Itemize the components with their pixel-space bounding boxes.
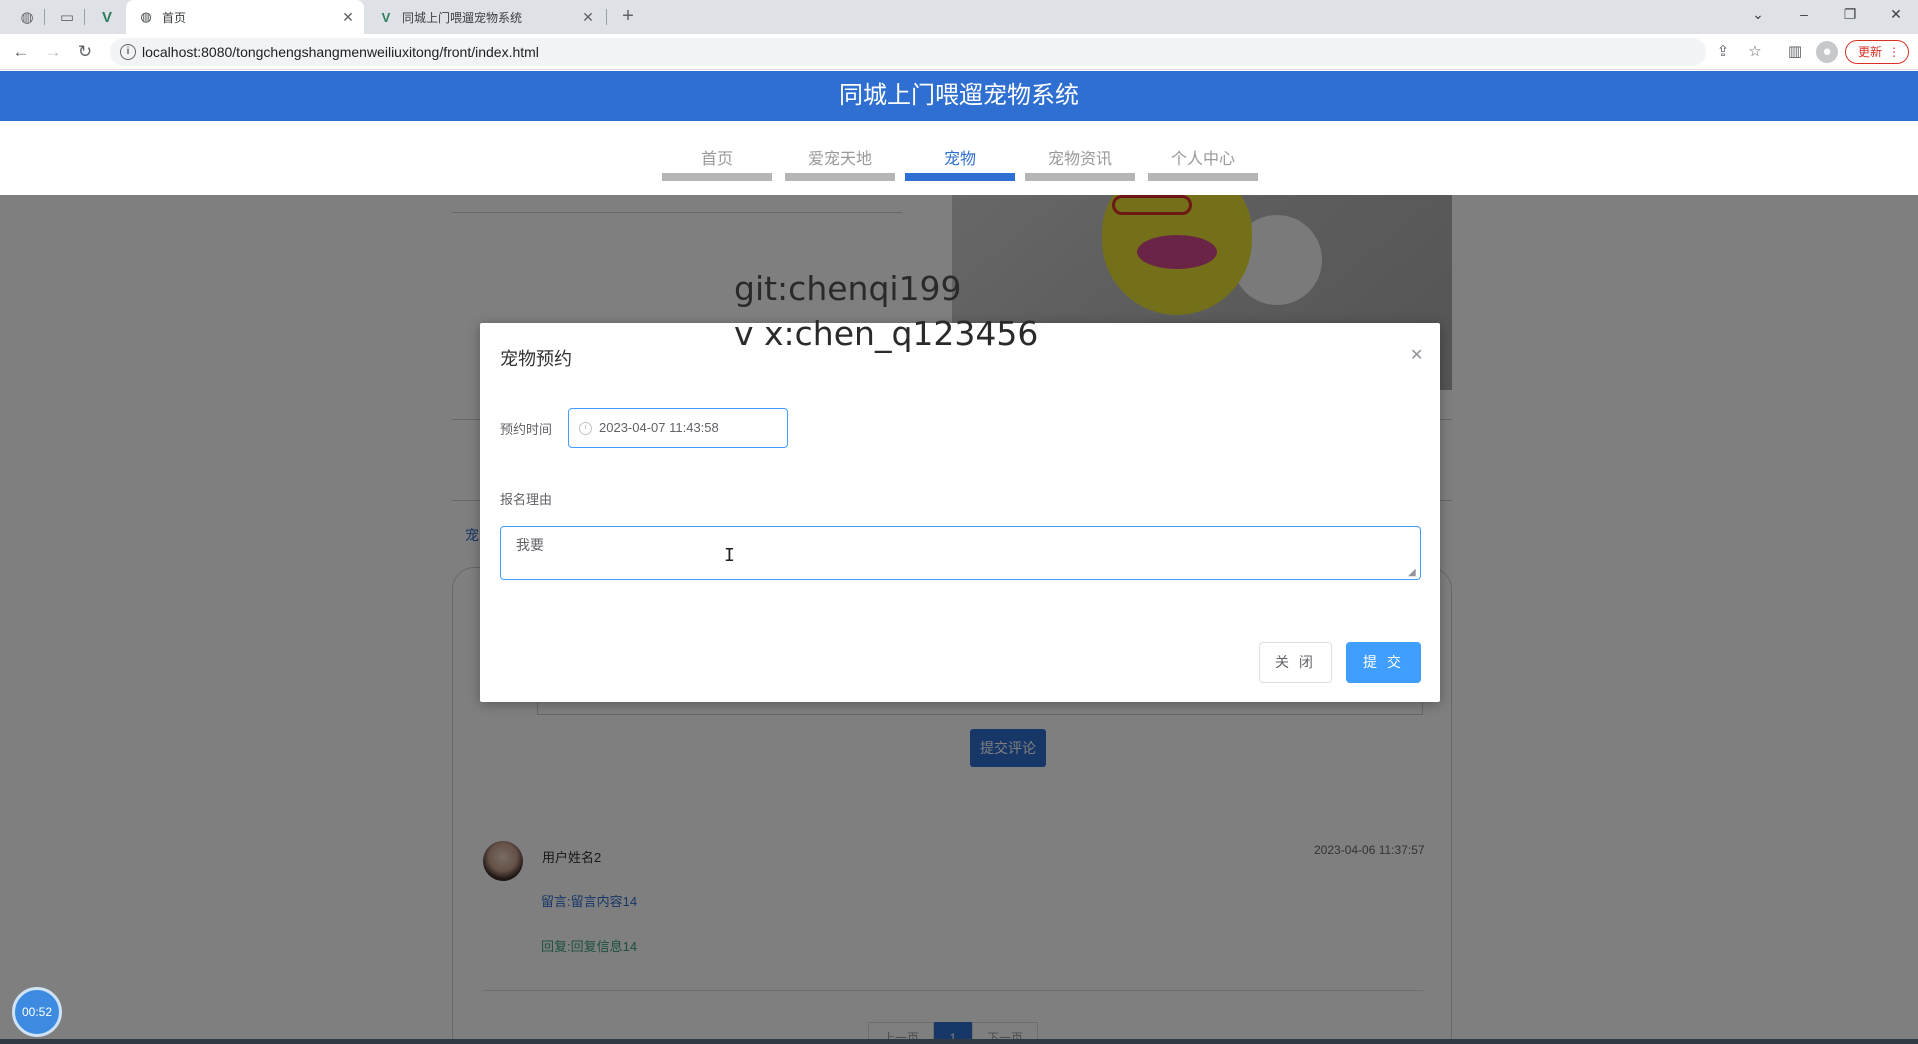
nav-underline: [1025, 173, 1135, 181]
browser-tab-bar: ◍ ▭ V ◍ 首页 ✕ V 同城上门喂遛宠物系统 ✕ + ⌄ – ❐ ✕: [0, 0, 1918, 34]
nav-label: 首页: [700, 151, 733, 168]
window-close-icon[interactable]: ✕: [1878, 0, 1914, 30]
watermark-line: v x:chen_q123456: [734, 314, 1039, 353]
close-icon[interactable]: ✕: [1410, 345, 1423, 365]
tab-separator: [44, 9, 45, 25]
site-header: 同城上门喂遛宠物系统: [0, 71, 1918, 121]
forward-arrow-icon[interactable]: →: [41, 40, 65, 64]
bookmark-star-icon[interactable]: ☆: [1744, 41, 1766, 63]
tab-search-chevron-icon[interactable]: ⌄: [1740, 0, 1776, 30]
reservation-time-input[interactable]: 2023-04-07 11:43:58: [568, 408, 788, 448]
pinned-tab-globe-icon[interactable]: ◍: [16, 7, 38, 27]
tab-title: 同城上门喂遛宠物系统: [402, 10, 523, 25]
nav-underline: [905, 173, 1015, 181]
close-tab-icon[interactable]: ✕: [338, 9, 358, 26]
nav-underline: [1148, 173, 1258, 181]
new-tab-plus-icon[interactable]: +: [616, 5, 640, 29]
reload-icon[interactable]: ↻: [73, 40, 97, 64]
tab-separator: [606, 9, 607, 25]
bottom-strip: [0, 1039, 1918, 1044]
watermark-line: git:chenqi199: [734, 269, 962, 308]
tab-home[interactable]: ◍ 首页 ✕: [126, 0, 364, 34]
reason-textarea[interactable]: 我要: [500, 526, 1421, 580]
nav-label: 宠物: [943, 151, 976, 168]
time-label: 预约时间: [500, 422, 553, 437]
nav-underline: [662, 173, 772, 181]
share-icon[interactable]: ⇪: [1712, 41, 1734, 63]
vue-icon: V: [381, 9, 391, 25]
nav-item-home[interactable]: 首页: [662, 145, 772, 181]
close-button[interactable]: 关 闭: [1259, 642, 1332, 683]
restore-icon[interactable]: ❐: [1832, 0, 1868, 30]
site-title: 同城上门喂遛宠物系统: [839, 82, 1079, 109]
tab-separator: [84, 9, 85, 25]
reservation-time-value: 2023-04-07 11:43:58: [599, 420, 719, 435]
text-cursor-icon: I: [724, 545, 735, 566]
site-info-icon[interactable]: i: [120, 44, 136, 60]
watermark-text: git:chenqi199 v x:chen_q123456: [734, 266, 1038, 356]
back-arrow-icon[interactable]: ←: [9, 40, 33, 64]
side-panel-icon[interactable]: ▥: [1784, 41, 1806, 63]
nav-label: 爱宠天地: [807, 151, 872, 168]
nav-item-pet-world[interactable]: 爱宠天地: [785, 145, 895, 181]
reservation-dialog: 宠物预约 ✕ 预约时间 2023-04-07 11:43:58 报名理由 我要 …: [480, 323, 1440, 702]
minimize-icon[interactable]: –: [1786, 0, 1822, 30]
pinned-tab-blank-icon[interactable]: ▭: [56, 7, 78, 27]
profile-avatar-icon[interactable]: ●: [1816, 41, 1838, 63]
tab-pet-system[interactable]: V 同城上门喂遛宠物系统 ✕: [366, 0, 604, 34]
update-button[interactable]: 更新 ⋮: [1845, 40, 1909, 64]
close-tab-icon[interactable]: ✕: [578, 9, 598, 26]
more-menu-icon: ⋮: [1888, 45, 1900, 59]
update-label: 更新: [1858, 45, 1883, 59]
nav-item-pet-news[interactable]: 宠物资讯: [1025, 145, 1135, 181]
url-text[interactable]: localhost:8080/tongchengshangmenweiliuxi…: [142, 44, 539, 60]
clock-icon: [579, 422, 592, 435]
submit-button[interactable]: 提 交: [1346, 642, 1421, 683]
dialog-title: 宠物预约: [500, 349, 572, 369]
resize-handle-icon[interactable]: ◢: [1408, 567, 1416, 578]
address-bar[interactable]: i localhost:8080/tongchengshangmenweiliu…: [110, 38, 1706, 66]
nav-item-pets[interactable]: 宠物: [905, 145, 1015, 181]
nav-label: 宠物资讯: [1047, 151, 1112, 168]
nav-label: 个人中心: [1170, 151, 1235, 168]
nav-underline: [785, 173, 895, 181]
recording-timer[interactable]: 00:52: [12, 987, 62, 1037]
pinned-tab-vue-icon[interactable]: V: [96, 7, 118, 27]
main-nav: 首页 爱宠天地 宠物 宠物资讯 个人中心: [0, 121, 1918, 195]
tab-title: 首页: [162, 10, 187, 25]
nav-item-personal-center[interactable]: 个人中心: [1148, 145, 1258, 181]
reason-label: 报名理由: [500, 492, 553, 507]
browser-toolbar: ← → ↻ i localhost:8080/tongchengshangmen…: [0, 34, 1918, 70]
globe-icon: ◍: [140, 9, 152, 24]
